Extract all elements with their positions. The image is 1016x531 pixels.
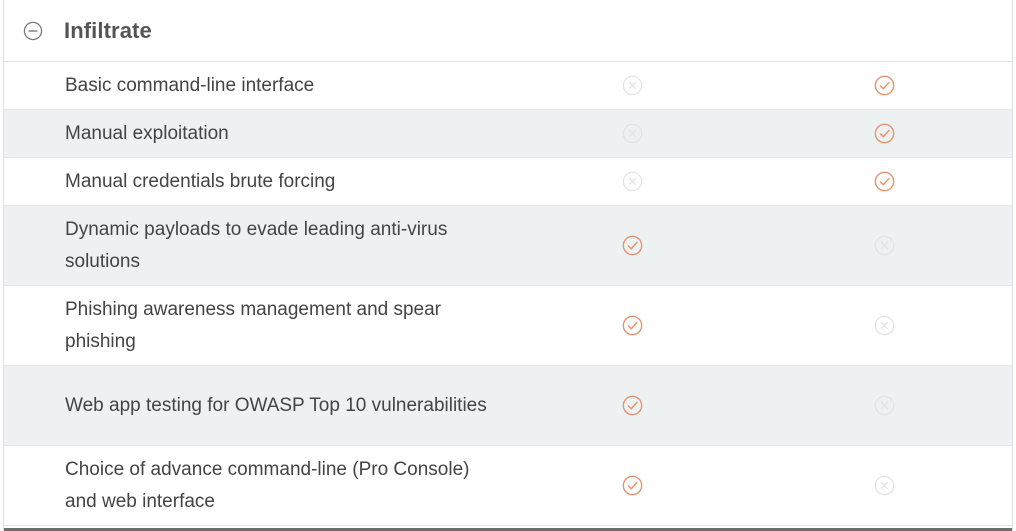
table-row: Basic command-line interface [4, 62, 1012, 110]
check-icon [621, 395, 643, 417]
check-icon [873, 123, 895, 145]
check-icon [621, 235, 643, 257]
cross-icon [621, 123, 643, 145]
check-icon [621, 315, 643, 337]
feature-label: Phishing awareness management and spear … [65, 298, 442, 352]
comparison-panel: Infiltrate Basic command-line interface … [3, 0, 1013, 531]
table-row: Phishing awareness management and spear … [4, 286, 1012, 366]
cross-icon [621, 75, 643, 97]
feature-label: Choice of advance command-line (Pro Cons… [65, 458, 470, 512]
feature-label: Manual exploitation [65, 122, 229, 144]
table-row: Choice of advance command-line (Pro Cons… [4, 446, 1012, 526]
feature-label: Basic command-line interface [65, 74, 315, 96]
table-row: Manual exploitation [4, 110, 1012, 158]
table-row: Dynamic payloads to evade leading anti-v… [4, 206, 1012, 286]
minus-circle-icon[interactable] [23, 21, 43, 41]
cross-icon [873, 475, 895, 497]
section-title: Infiltrate [64, 17, 152, 43]
feature-label: Dynamic payloads to evade leading anti-v… [65, 218, 448, 272]
table-row: Web app testing for OWASP Top 10 vulnera… [4, 366, 1012, 446]
feature-list: Basic command-line interface Manual expl… [4, 62, 1012, 526]
feature-label: Manual credentials brute forcing [65, 170, 336, 192]
section-header[interactable]: Infiltrate [4, 0, 1012, 62]
check-icon [621, 475, 643, 497]
cross-icon [621, 171, 643, 193]
check-icon [873, 171, 895, 193]
check-icon [873, 75, 895, 97]
cross-icon [873, 315, 895, 337]
cross-icon [873, 235, 895, 257]
cross-icon [873, 395, 895, 417]
table-row: Manual credentials brute forcing [4, 158, 1012, 206]
feature-label: Web app testing for OWASP Top 10 vulnera… [65, 394, 487, 416]
